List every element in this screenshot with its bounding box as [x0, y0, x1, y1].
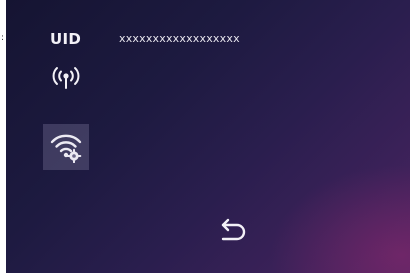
- wifi-settings-button[interactable]: [43, 124, 89, 170]
- device-screen: UID xxxxxxxxxxxxxxxxxx: [6, 0, 410, 273]
- uid-label: UID: [50, 30, 82, 48]
- page: : UID xxxxxxxxxxxxxxxxxx: [0, 0, 412, 273]
- wifi-settings-icon: [49, 131, 83, 164]
- back-button[interactable]: [215, 217, 251, 243]
- back-arrow-icon: [221, 218, 246, 241]
- uid-value: xxxxxxxxxxxxxxxxxx: [119, 32, 240, 45]
- signal-broadcast-icon: [49, 64, 83, 90]
- edge-mark: :: [1, 33, 5, 43]
